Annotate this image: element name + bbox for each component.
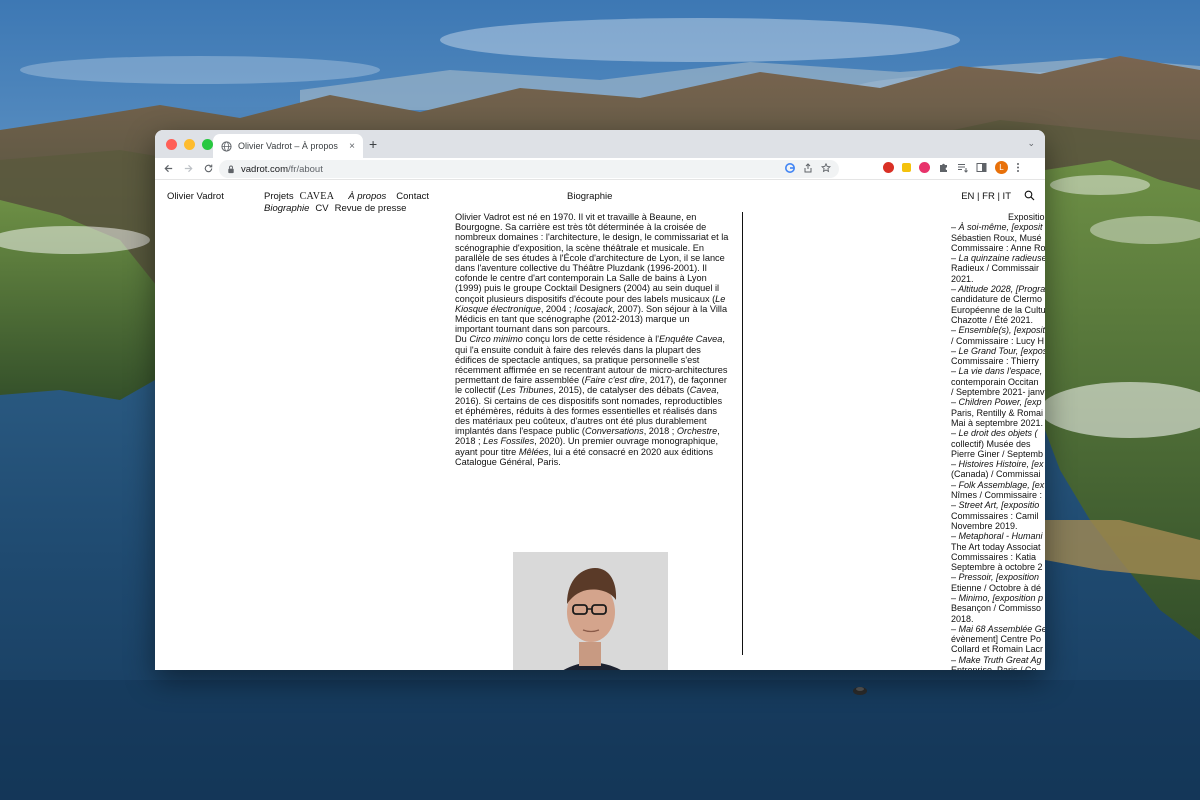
tab-bar: Olivier Vadrot – À propos × + ⌄ — [155, 130, 1045, 158]
profile-avatar[interactable]: L — [995, 161, 1008, 174]
tab-title: Olivier Vadrot – À propos — [238, 141, 338, 151]
exhibition-line: – La vie dans l'espace, — [951, 366, 1043, 377]
exhibition-line: Novembre 2019. — [951, 520, 1018, 531]
exhibition-line: – Children Power, [exp — [951, 397, 1042, 408]
minimize-window-button[interactable] — [184, 139, 195, 150]
biography-text: Olivier Vadrot est né en 1970. Il vit et… — [455, 212, 729, 467]
bio-paragraph-2: Du Circo minimo conçu lors de cette rési… — [455, 334, 728, 467]
forward-icon[interactable] — [181, 162, 195, 176]
bookmark-star-icon[interactable] — [821, 163, 831, 173]
url-host: vadrot.com — [241, 163, 288, 175]
exhibition-line: / Septembre 2021- janv — [951, 387, 1045, 398]
exhibition-line: 2018. — [951, 613, 974, 624]
nav-projets[interactable]: Projets — [264, 191, 294, 202]
nav-contact[interactable]: Contact — [396, 191, 429, 202]
exhibition-line: – Make Truth Great Ag — [951, 654, 1042, 665]
window-controls — [166, 139, 213, 150]
bio-paragraph-1: Olivier Vadrot est né en 1970. Il vit et… — [455, 212, 729, 335]
exhibition-line: – Altitude 2028, [Progra — [951, 284, 1045, 295]
exhibition-line: Européenne de la Cultu — [951, 304, 1045, 315]
address-bar-actions — [785, 163, 831, 173]
exhibition-line: / Commissaire : Lucy H — [951, 335, 1045, 346]
extension-red-icon[interactable] — [883, 162, 894, 173]
exhibition-line: Commissaire : Thierry — [951, 356, 1039, 367]
exhibitions-heading: Expositio — [1008, 212, 1045, 222]
exhibition-line: collectif) Musée des — [951, 438, 1031, 449]
exhibition-line: Sébastien Roux, Musé — [951, 232, 1042, 243]
extension-pink-icon[interactable] — [919, 162, 930, 173]
exhibition-line: – Le droit des objets ( — [951, 428, 1038, 439]
main-navigation: Projets CAVEA À propos Contact Biographie CV… — [264, 191, 435, 214]
globe-icon — [221, 140, 232, 152]
lock-icon[interactable] — [227, 165, 235, 174]
exhibition-line: candidature de Clermo — [951, 294, 1043, 305]
extension-yellow-icon[interactable] — [902, 163, 911, 172]
nav-a-propos[interactable]: À propos — [348, 191, 386, 202]
exhibition-line: The Art today Associat — [951, 541, 1041, 552]
exhibition-line: Septembre à octobre 2 — [951, 562, 1043, 573]
url-path: /fr/about — [288, 163, 323, 175]
close-window-button[interactable] — [166, 139, 177, 150]
zoom-window-button[interactable] — [202, 139, 213, 150]
reload-icon[interactable] — [201, 162, 215, 176]
tab-search-chevron-icon[interactable]: ⌄ — [1027, 138, 1035, 149]
exhibition-line: – Histoires Histoire, [ex — [951, 459, 1044, 470]
exhibition-line: – Folk Assemblage, [ex — [951, 479, 1045, 490]
exhibition-line: (Canada) / Commissai — [951, 469, 1041, 480]
exhibition-line: Pierre Giner / Septemb — [951, 448, 1044, 459]
exhibition-line: Etienne / Octobre à dé — [951, 582, 1042, 593]
exhibition-line: Nîmes / Commissaire : — [951, 490, 1043, 501]
exhibition-line: Commissaires : Katia — [951, 551, 1037, 562]
subnav-biographie[interactable]: Biographie — [264, 203, 309, 214]
exhibition-line: – Le Grand Tour, [expos — [951, 345, 1045, 356]
exhibition-line: 2021. — [951, 273, 974, 284]
subnav-revue-de-presse[interactable]: Revue de presse — [335, 203, 407, 214]
exhibition-line: Radieux / Commissair — [951, 263, 1040, 274]
exhibition-line: Besançon / Commisso — [951, 603, 1042, 614]
browser-window: Olivier Vadrot – À propos × + ⌄ vadrot.c… — [155, 130, 1045, 670]
exhibition-line: – Pressoir, [exposition — [951, 572, 1040, 583]
column-divider — [742, 212, 743, 655]
exhibition-line: Chazotte / Été 2021. — [951, 314, 1034, 325]
exhibition-line: – Street Art, [expositio — [951, 500, 1040, 511]
exhibition-line: – La quinzaine radieuse — [951, 253, 1045, 264]
exhibition-line: – Ensemble(s), [exposit — [951, 325, 1045, 336]
browser-toolbar: vadrot.com/fr/about L — [155, 158, 1045, 180]
subnav-cv[interactable]: CV — [315, 203, 328, 214]
exhibition-line: – Mai 68 Assemblée Ge — [951, 623, 1045, 634]
new-tab-button[interactable]: + — [369, 136, 377, 152]
back-icon[interactable] — [161, 162, 175, 176]
exhibition-line: Collard et Romain Lacr — [951, 644, 1044, 655]
exhibition-line: – À soi-même, [exposit — [951, 222, 1043, 233]
share-icon[interactable] — [803, 163, 813, 173]
exhibition-line: Commissaires : Camil — [951, 510, 1039, 521]
floating-rock-icon — [853, 687, 867, 695]
address-bar[interactable]: vadrot.com/fr/about — [219, 160, 839, 178]
extensions-puzzle-icon[interactable] — [938, 162, 949, 173]
active-tab[interactable]: Olivier Vadrot – À propos × — [213, 134, 363, 158]
exhibition-line: – Metaphoral - Humani — [951, 531, 1043, 542]
close-tab-icon[interactable]: × — [349, 141, 355, 152]
right-exhibitions-list: Expositio – À soi-même, [exposit Sébastie… — [951, 212, 1045, 670]
google-translate-icon[interactable] — [785, 163, 795, 173]
exhibition-line: Paris, Rentilly & Romai — [951, 407, 1044, 418]
section-title: Biographie — [567, 191, 613, 202]
language-switcher[interactable]: EN | FR | IT — [961, 191, 1011, 202]
nav-cavea[interactable]: CAVEA — [300, 191, 335, 202]
exhibition-line: – Minimo, [exposition p — [951, 592, 1044, 603]
exhibition-line: Entreprise, Paris / Co — [951, 665, 1045, 670]
exhibition-line: évènement] Centre Po — [951, 634, 1042, 645]
reading-list-icon[interactable] — [957, 162, 968, 173]
exhibition-line: Commissaire : Anne Ro — [951, 242, 1045, 253]
site-name-link[interactable]: Olivier Vadrot — [167, 191, 224, 202]
search-icon[interactable] — [1024, 190, 1035, 201]
portrait-photo — [513, 552, 668, 670]
side-panel-icon[interactable] — [976, 162, 987, 173]
left-project-list: nprimé), Parisse It? by Balázssuel, Pari… — [155, 180, 255, 670]
exhibition-line: contemporain Occitan — [951, 376, 1039, 387]
more-menu-icon[interactable] — [1016, 162, 1020, 173]
extensions-area: L — [883, 161, 1020, 174]
web-page: nprimé), Parisse It? by Balázssuel, Pari… — [155, 180, 1045, 670]
exhibition-line: Mai à septembre 2021. — [951, 417, 1044, 428]
